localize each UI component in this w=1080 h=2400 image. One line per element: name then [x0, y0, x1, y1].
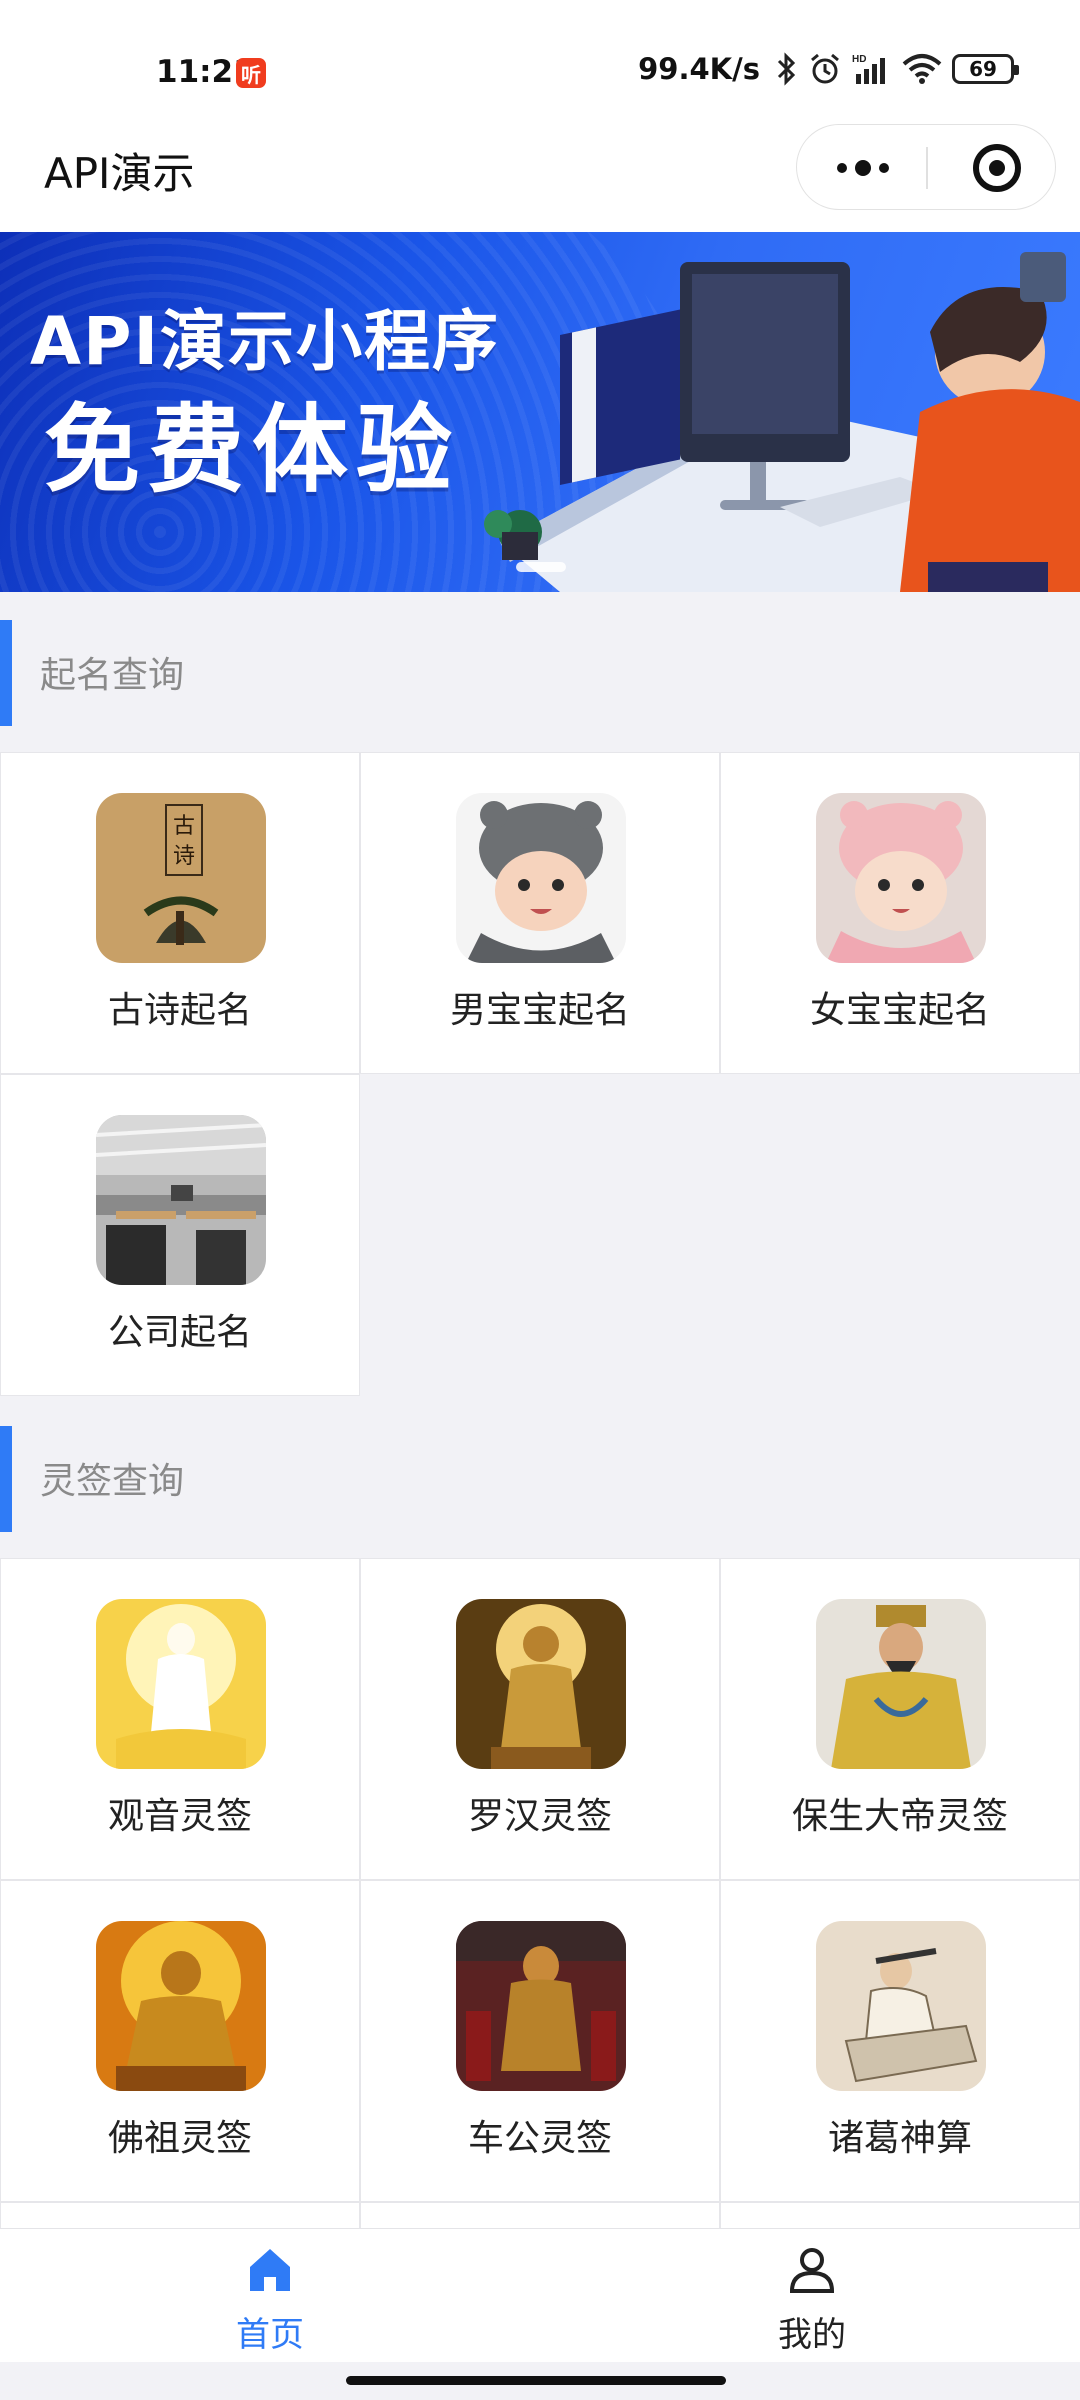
- promo-banner[interactable]: API演示小程序 免费体验: [0, 232, 1080, 592]
- network-speed: 99.4K/s: [638, 52, 760, 86]
- buddha-icon: [96, 1921, 266, 2091]
- section-header-naming: 起名查询: [0, 606, 1080, 726]
- wifi-icon: [902, 52, 942, 86]
- zhuge-icon: [816, 1921, 986, 2091]
- grid-item-baby-boy-naming[interactable]: 男宝宝起名: [360, 752, 720, 1074]
- banner-subheadline: 免费体验: [44, 394, 460, 506]
- banner-headline: API演示小程序: [30, 303, 501, 380]
- grid-item-label: 男宝宝起名: [449, 990, 630, 1031]
- baby-boy-icon: [456, 793, 626, 963]
- grid-item-zhuge-fortune[interactable]: 诸葛神算: [720, 1880, 1080, 2202]
- chegong-icon: [456, 1921, 626, 2091]
- battery-indicator: 69: [952, 54, 1019, 84]
- office-icon: [96, 1115, 266, 1285]
- tab-profile[interactable]: 我的: [712, 2245, 912, 2355]
- baby-girl-icon: [816, 793, 986, 963]
- bluetooth-icon: [776, 52, 798, 86]
- status-indicators: 99.4K/s HD 69: [638, 52, 1019, 86]
- baosheng-emperor-icon: [816, 1599, 986, 1769]
- grid-item-label: 观音灵签: [107, 1796, 252, 1837]
- carousel-indicator: [516, 562, 566, 572]
- home-icon: [250, 2249, 290, 2291]
- guanyin-icon: [96, 1599, 266, 1769]
- grid-item-guanyin-fortune[interactable]: 观音灵签: [0, 1558, 360, 1880]
- grid-item-label: 女宝宝起名: [809, 990, 990, 1031]
- arhat-icon: [456, 1599, 626, 1769]
- grid-item-buddha-fortune[interactable]: 佛祖灵签: [0, 1880, 360, 2202]
- alarm-icon: [808, 52, 842, 86]
- developer-desk-illustration: [484, 252, 1080, 592]
- grid-item-chegong-fortune[interactable]: 车公灵签: [360, 1880, 720, 2202]
- target-icon: [989, 160, 1005, 176]
- capsule-divider: [926, 147, 928, 189]
- grid-item-poetry-naming[interactable]: 古 诗 古诗起名: [0, 752, 360, 1074]
- tab-home[interactable]: 首页: [170, 2245, 370, 2355]
- navigation-bar: API演示: [0, 100, 1080, 232]
- section-title: 灵签查询: [40, 1461, 185, 1502]
- mini-program-capsule: [796, 124, 1056, 210]
- tab-label: 我的: [778, 2315, 846, 2355]
- ancient-poetry-book-icon: 古 诗: [96, 793, 266, 963]
- grid-item-baosheng-fortune[interactable]: 保生大帝灵签: [720, 1558, 1080, 1880]
- grid-item-arhat-fortune[interactable]: 罗汉灵签: [360, 1558, 720, 1880]
- page-title: API演示: [44, 149, 195, 198]
- grid-item-label: 诸葛神算: [827, 2118, 972, 2159]
- bottom-tab-bar: 首页 我的: [0, 2228, 1080, 2362]
- grid-item-label: 罗汉灵签: [467, 1796, 612, 1837]
- svg-text:HD: HD: [852, 54, 866, 65]
- grid-item-label: 佛祖灵签: [107, 2118, 252, 2159]
- section-title: 起名查询: [40, 655, 185, 696]
- grid-item-company-naming[interactable]: 公司起名: [0, 1074, 360, 1396]
- notification-app-icon: 听: [236, 58, 266, 88]
- section-accent-bar: [0, 1426, 12, 1532]
- home-indicator[interactable]: [346, 2376, 726, 2385]
- cellular-signal-icon: HD: [852, 52, 892, 86]
- grid-item-label: 保生大帝灵签: [791, 1796, 1008, 1837]
- svg-text:诗: 诗: [173, 844, 195, 869]
- app-page: 11:21 听 99.4K/s HD 69 API演示 API演示小程序 免费体…: [0, 0, 1080, 2400]
- more-options-button[interactable]: [833, 125, 893, 211]
- section-header-fortune: 灵签查询: [0, 1412, 1080, 1532]
- grid-item-baby-girl-naming[interactable]: 女宝宝起名: [720, 752, 1080, 1074]
- grid-item-label: 古诗起名: [107, 990, 252, 1031]
- grid-item-label: 公司起名: [107, 1312, 252, 1353]
- tab-label: 首页: [236, 2315, 304, 2355]
- section-accent-bar: [0, 620, 12, 726]
- close-mini-program-button[interactable]: [973, 144, 1021, 192]
- user-icon: [789, 2248, 835, 2293]
- svg-text:古: 古: [173, 814, 195, 839]
- grid-item-label: 车公灵签: [467, 2118, 612, 2159]
